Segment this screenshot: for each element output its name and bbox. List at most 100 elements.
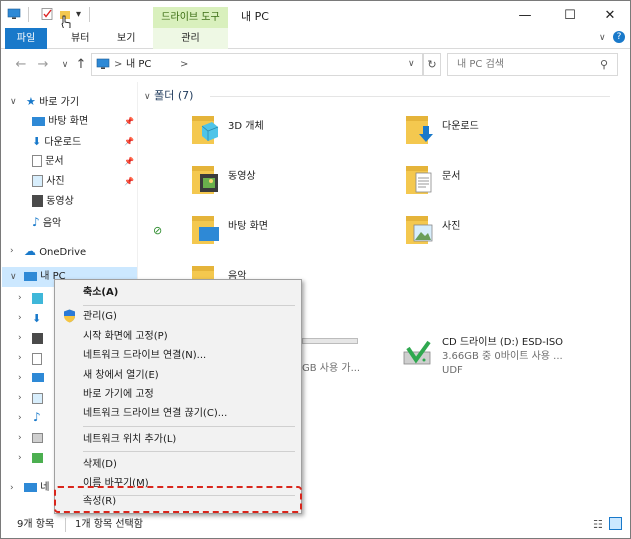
menu-item-open-new-window[interactable]: 새 창에서 열기(E) <box>83 366 159 386</box>
menu-item-manage[interactable]: 관리(G) <box>83 307 117 327</box>
menu-item-disconnect-network-drive[interactable]: 네트워크 드라이브 연결 끊기(C)... <box>83 404 227 424</box>
close-button[interactable]: ✕ <box>590 5 630 27</box>
dvd-drive-icon <box>32 453 43 463</box>
menu-separator <box>83 426 295 427</box>
search-placeholder: 내 PC 검색 <box>457 59 504 70</box>
expand-icon[interactable]: › <box>18 368 22 388</box>
status-bar: 9개 항목 1개 항목 선택함 ☷ <box>1 512 630 538</box>
expand-icon[interactable]: › <box>18 288 22 308</box>
address-dropdown-icon[interactable]: ∨ <box>408 54 415 75</box>
refresh-button[interactable]: ↻ <box>423 53 441 76</box>
download-arrow-icon: ⬇ <box>32 135 42 148</box>
forward-arrow-icon[interactable]: → <box>35 57 51 73</box>
nav-item-videos[interactable]: 동영상 <box>32 192 74 212</box>
pin-icon[interactable]: 📌 <box>124 172 134 192</box>
menu-item-pin-quick-access[interactable]: 바로 가기에 고정 <box>83 385 154 405</box>
menu-item-delete[interactable]: 삭제(D) <box>83 455 117 475</box>
folder-documents[interactable]: 문서 <box>404 162 604 202</box>
up-arrow-icon[interactable]: ↑ <box>73 57 89 73</box>
maximize-button[interactable]: ☐ <box>550 5 590 27</box>
drive-d-name: CD 드라이브 (D:) ESD-ISO <box>442 337 564 348</box>
help-icon[interactable]: ? <box>613 31 625 43</box>
expand-icon[interactable]: › <box>18 308 22 328</box>
picture-icon <box>32 175 43 187</box>
tab-view-partial[interactable]: 뷰터 <box>71 28 89 49</box>
status-divider <box>65 518 66 532</box>
expand-icon[interactable]: › <box>18 428 22 448</box>
large-icons-view-icon[interactable] <box>609 517 622 530</box>
nav-item-documents[interactable]: 문서 <box>32 152 64 172</box>
desktop-icon <box>32 116 45 126</box>
this-pc-icon <box>7 8 21 19</box>
nav-onedrive[interactable]: ☁ OneDrive <box>24 241 86 261</box>
recent-locations-icon[interactable]: ∨ <box>57 57 73 73</box>
desktop-icon <box>32 373 44 382</box>
nav-item-desktop[interactable]: 바탕 화면 <box>32 112 88 132</box>
search-icon[interactable]: ⚲ <box>600 54 608 75</box>
breadcrumb-location[interactable]: 내 PC <box>126 54 151 75</box>
ribbon-tab-bar: 파일 뷰터 보기 관리 ∨ ? <box>1 28 630 49</box>
vertical-scrollbar[interactable] <box>618 82 630 512</box>
music-note-icon: ♪ <box>33 410 41 424</box>
downloads-folder-icon <box>406 116 433 144</box>
window-title: 내 PC <box>241 10 269 23</box>
picture-icon <box>32 393 43 404</box>
network-expand-icon[interactable]: › <box>10 478 14 498</box>
expand-icon[interactable]: › <box>18 448 22 468</box>
folder-downloads[interactable]: 다운로드 <box>404 112 604 152</box>
folder-desktop[interactable]: 바탕 화면 <box>190 212 390 252</box>
breadcrumb-separator-2[interactable]: > <box>180 54 188 75</box>
breadcrumb-separator[interactable]: > <box>114 54 122 75</box>
ribbon-expand-icon[interactable]: ∨ <box>599 31 606 45</box>
drive-d[interactable]: CD 드라이브 (D:) ESD-ISO 3.66GB 중 0바이트 사용 ..… <box>400 334 610 378</box>
folders-group-title: 폴더 (7) <box>154 89 194 102</box>
menu-item-pin-to-start[interactable]: 시작 화면에 고정(P) <box>83 327 168 347</box>
details-view-icon[interactable]: ☷ <box>593 518 603 532</box>
folder-desktop-label: 바탕 화면 <box>228 221 268 232</box>
pin-icon[interactable]: 📌 <box>124 152 134 172</box>
pin-icon[interactable]: 📌 <box>124 112 134 132</box>
nav-item-pictures[interactable]: 사진 <box>32 172 65 192</box>
sync-status-check-icon: ⊘ <box>153 224 163 237</box>
folder-3d-objects[interactable]: 3D 개체 <box>190 112 390 152</box>
menu-item-add-network-location[interactable]: 네트워크 위치 추가(L) <box>83 430 176 450</box>
address-bar[interactable]: > 내 PC > ∨ <box>91 53 423 76</box>
search-input[interactable]: 내 PC 검색 ⚲ <box>447 53 618 76</box>
back-arrow-icon[interactable]: ← <box>13 57 29 73</box>
menu-item-map-network-drive[interactable]: 네트워크 드라이브 연결(N)... <box>83 346 206 366</box>
tab-file[interactable]: 파일 <box>5 28 47 49</box>
dvd-drive-icon <box>403 340 431 365</box>
nav-network-label: 네 <box>40 482 50 493</box>
menu-item-collapse[interactable]: 축소(A) <box>83 283 118 303</box>
document-icon <box>32 155 42 167</box>
minimize-button[interactable]: — <box>505 5 545 27</box>
tab-manage[interactable]: 관리 <box>153 28 228 49</box>
expand-icon[interactable]: › <box>18 348 22 368</box>
folder-videos[interactable]: 동영상 <box>190 162 390 202</box>
properties-icon[interactable] <box>40 8 54 20</box>
quick-access-expand-icon[interactable]: ∨ <box>10 92 17 112</box>
drive-icon <box>32 433 43 443</box>
nav-item-pictures-label: 사진 <box>46 176 65 187</box>
nav-item-music[interactable]: ♪ 음악 <box>32 212 61 232</box>
folder-3d-objects-label: 3D 개체 <box>228 121 264 132</box>
download-arrow-icon: ⬇ <box>32 312 42 325</box>
folder-pictures[interactable]: 사진 <box>404 212 604 252</box>
folders-group-header[interactable]: ∨ 폴더 (7) <box>144 87 193 106</box>
expand-icon[interactable]: › <box>18 408 22 428</box>
nav-quick-access[interactable]: ★ 바로 가기 <box>26 92 79 112</box>
music-note-icon: ♪ <box>32 215 40 229</box>
expand-icon[interactable]: › <box>18 388 22 408</box>
onedrive-expand-icon[interactable]: › <box>10 241 14 261</box>
nav-network[interactable]: 네 <box>24 478 49 498</box>
this-pc-expand-icon[interactable]: ∨ <box>10 267 17 287</box>
nav-item-videos-label: 동영상 <box>46 196 74 207</box>
expand-icon[interactable]: › <box>18 328 22 348</box>
drive-d-filesystem: UDF <box>442 365 463 376</box>
nav-item-downloads[interactable]: ⬇ 다운로드 <box>32 132 81 152</box>
customize-quick-access-icon[interactable]: ▾ <box>76 7 81 23</box>
status-selection-count: 1개 항목 선택함 <box>75 519 143 530</box>
tab-view[interactable]: 보기 <box>117 28 135 49</box>
3d-objects-icon <box>32 293 43 304</box>
pin-icon[interactable]: 📌 <box>124 132 134 152</box>
